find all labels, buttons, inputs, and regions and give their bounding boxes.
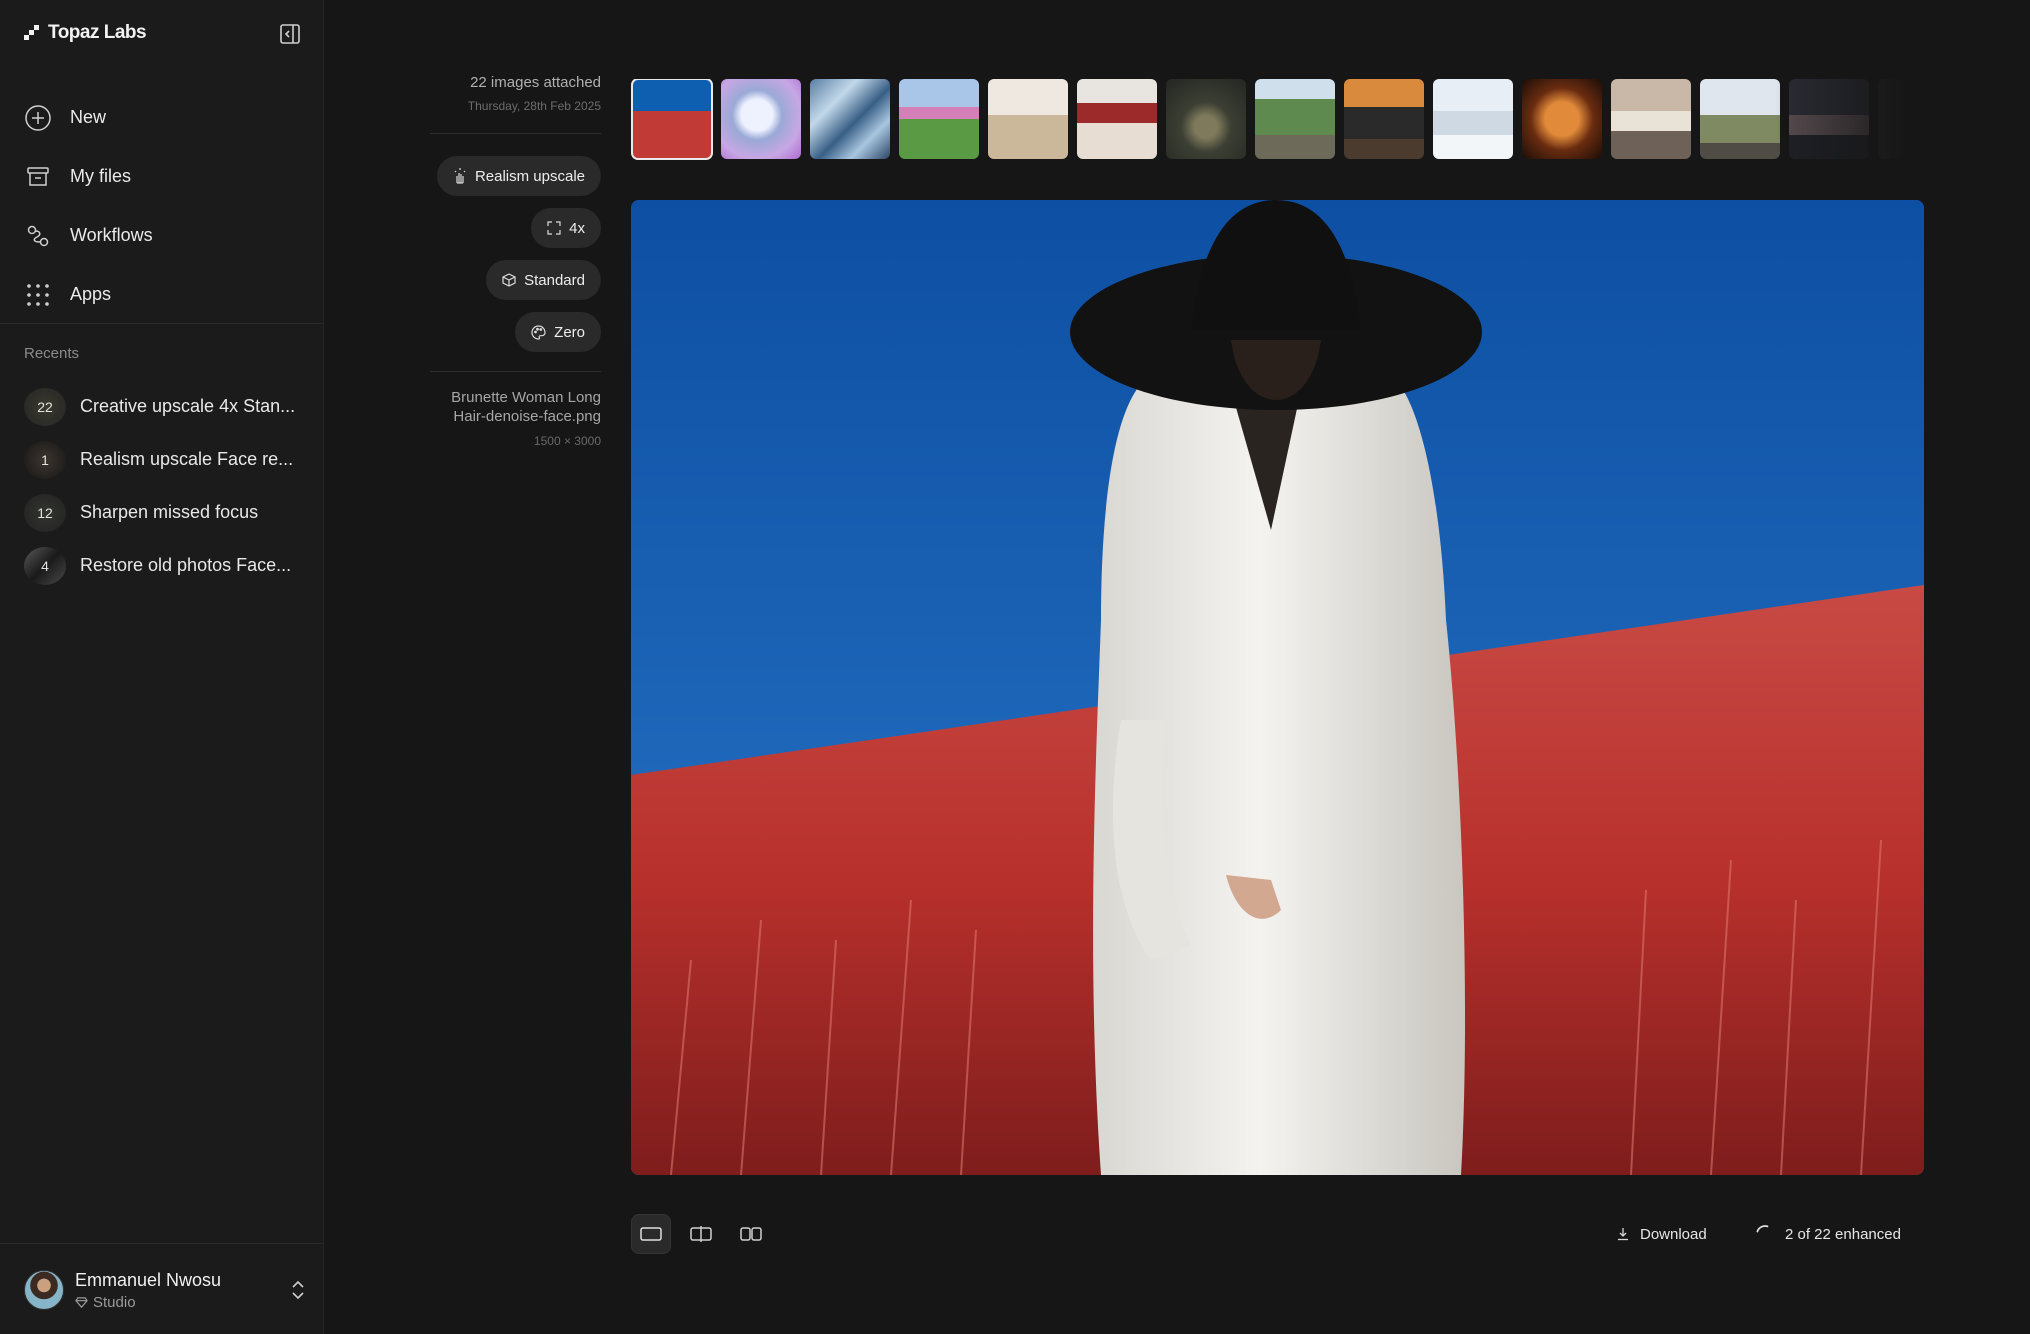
recent-item[interactable]: 22 Creative upscale 4x Stan... — [24, 380, 314, 433]
nav-item-workflows[interactable]: Workflows — [24, 206, 304, 265]
user-name: Emmanuel Nwosu — [75, 1269, 222, 1290]
info-divider — [430, 133, 601, 134]
nav-label-workflows: Workflows — [70, 225, 153, 245]
user-account-menu[interactable]: Emmanuel Nwosu Studio — [24, 1264, 308, 1316]
collapse-sidebar-button[interactable] — [278, 22, 302, 46]
thumbnail[interactable] — [721, 79, 801, 159]
model-chip-label: Realism upscale — [474, 167, 585, 185]
thumbnail[interactable] — [1611, 79, 1691, 159]
sidebar-collapse-icon — [280, 24, 300, 44]
recent-thumbnail-badge: 1 — [24, 440, 66, 479]
thumbnail[interactable] — [1700, 79, 1780, 159]
model-chip[interactable]: Realism upscale — [436, 156, 601, 196]
grid-icon — [24, 281, 52, 309]
brand-name: Topaz Labs — [48, 22, 147, 43]
file-info: Brunette Woman Long Hair-denoise-face.pn… — [400, 388, 601, 448]
split-view-icon — [690, 1226, 712, 1242]
sparkle-hand-icon — [454, 168, 466, 184]
app-window: Topaz Labs New My files Workflows Apps R… — [0, 0, 2030, 1334]
diamond-icon — [75, 1296, 88, 1308]
topaz-logo-icon — [24, 25, 39, 40]
sidebar-divider — [0, 323, 324, 324]
user-plan: Studio — [75, 1294, 221, 1311]
avatar — [24, 1270, 64, 1310]
mode-chip-label: Standard — [524, 271, 585, 289]
mode-chip[interactable]: Standard — [486, 260, 601, 300]
image-preview[interactable] — [631, 200, 1924, 1175]
creativity-chip[interactable]: Zero — [515, 312, 601, 352]
file-dimensions: 1500 × 3000 — [533, 434, 601, 448]
user-divider — [0, 1243, 324, 1244]
thumbnail-selected[interactable] — [631, 79, 713, 160]
settings-chips: Realism upscale 4x Standard Zero — [430, 156, 601, 364]
workflow-icon — [24, 222, 52, 250]
info-divider — [430, 371, 601, 372]
recents-heading: Recents — [24, 345, 80, 362]
nav-item-new[interactable]: New — [24, 88, 304, 147]
side-by-side-view-button[interactable] — [731, 1214, 771, 1254]
single-view-icon — [640, 1227, 662, 1241]
single-view-button[interactable] — [631, 1214, 671, 1254]
nav-item-apps[interactable]: Apps — [24, 265, 304, 324]
recent-label: Restore old photos Face... — [80, 555, 292, 575]
split-view-button[interactable] — [681, 1214, 721, 1254]
recent-label: Realism upscale Face re... — [80, 449, 294, 469]
thumbnail[interactable] — [1878, 79, 1925, 159]
plus-icon — [24, 104, 52, 132]
thumbnail[interactable] — [988, 79, 1068, 159]
thumbnail[interactable] — [1433, 79, 1513, 159]
thumbnail[interactable] — [1789, 79, 1869, 159]
thumbnail-strip — [631, 79, 1925, 161]
thumbnail[interactable] — [1166, 79, 1246, 159]
file-name-line2: Hair-denoise-face.png — [453, 408, 601, 425]
images-attached-count: 22 images attached — [470, 74, 601, 91]
recent-item[interactable]: 4 Restore old photos Face... — [24, 539, 314, 592]
sidebar: Topaz Labs New My files Workflows Apps R… — [0, 0, 324, 1334]
nav-label-new: New — [70, 107, 107, 127]
recent-thumbnail-badge: 4 — [24, 546, 66, 585]
thumbnail[interactable] — [1522, 79, 1602, 159]
download-label: Download — [1640, 1225, 1707, 1243]
view-mode-controls — [631, 1214, 771, 1254]
nav-label-my-files: My files — [70, 166, 132, 186]
recent-label: Sharpen missed focus — [80, 502, 259, 522]
recent-item[interactable]: 12 Sharpen missed focus — [24, 486, 314, 539]
user-info: Emmanuel Nwosu Studio — [75, 1270, 221, 1311]
file-name-line1: Brunette Woman Long — [451, 389, 601, 406]
scale-chip-label: 4x — [569, 219, 585, 237]
thumbnail[interactable] — [1255, 79, 1335, 159]
chevron-up-down-icon — [288, 1278, 308, 1302]
thumbnail[interactable] — [899, 79, 979, 159]
side-by-side-icon — [740, 1227, 762, 1241]
progress-spinner-icon — [1756, 1225, 1769, 1233]
recent-thumbnail-badge: 12 — [24, 493, 66, 532]
recent-item[interactable]: 1 Realism upscale Face re... — [24, 433, 314, 486]
palette-icon — [531, 324, 546, 340]
recent-label: Creative upscale 4x Stan... — [80, 396, 296, 416]
download-icon — [1618, 1228, 1628, 1241]
nav-item-my-files[interactable]: My files — [24, 147, 304, 206]
thumbnail[interactable] — [1344, 79, 1424, 159]
progress-label: 2 of 22 enhanced — [1785, 1225, 1901, 1243]
download-button[interactable]: Download — [1616, 1220, 1707, 1248]
brand-logo[interactable]: Topaz Labs — [24, 22, 147, 44]
archive-icon — [24, 163, 52, 191]
recent-thumbnail-badge: 22 — [24, 387, 66, 426]
scale-chip[interactable]: 4x — [531, 208, 601, 248]
main-nav: New My files Workflows Apps — [24, 88, 304, 324]
enhancement-progress: 2 of 22 enhanced — [1755, 1220, 1901, 1248]
thumbnail[interactable] — [810, 79, 890, 159]
expand-icon — [547, 221, 561, 235]
thumbnail[interactable] — [1077, 79, 1157, 159]
recents-list: 22 Creative upscale 4x Stan... 1 Realism… — [24, 380, 314, 592]
creativity-chip-label: Zero — [554, 323, 585, 341]
preview-photo — [631, 200, 1924, 1175]
batch-info: 22 images attached Thursday, 28th Feb 20… — [430, 74, 601, 113]
nav-label-apps: Apps — [70, 284, 112, 304]
cube-icon — [502, 273, 516, 287]
user-plan-label: Studio — [93, 1293, 136, 1311]
batch-date: Thursday, 28th Feb 2025 — [467, 99, 601, 113]
